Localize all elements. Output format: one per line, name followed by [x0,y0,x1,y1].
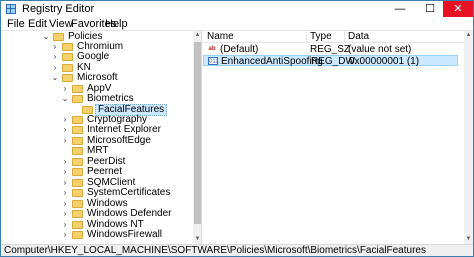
expander-icon[interactable]: › [61,136,69,146]
menu-help[interactable]: Help [105,18,128,30]
tree-item-label: Internet Explorer [87,124,161,135]
expander-icon[interactable]: › [61,220,69,230]
folder-icon [72,95,83,103]
folder-icon [72,168,83,176]
folder-icon [62,64,73,72]
values-vertical-scrollbar[interactable]: ▲ ▼ [464,31,473,244]
tree-vertical-scrollbar[interactable]: ▲ ▼ [193,31,201,244]
value-type: REG_SZ [310,44,351,55]
folder-icon [72,179,83,187]
value-row-enhancedantispoofing[interactable]: 011 EnhancedAntiSpoofing REG_DW... 0x000… [203,55,458,67]
folder-icon [72,200,83,208]
expander-icon[interactable]: › [61,178,69,188]
column-header-data[interactable]: Data [348,32,369,42]
folder-icon [72,126,83,134]
menu-bar: File Edit View Favorites Help [1,17,473,31]
scroll-down-arrow-icon[interactable]: ▼ [193,235,201,244]
expander-icon[interactable]: › [61,125,69,135]
scroll-down-arrow-icon[interactable]: ▼ [464,235,473,244]
expander-icon[interactable]: ⌄ [51,73,59,83]
column-divider[interactable] [344,31,345,43]
value-row-default[interactable]: ab (Default) REG_SZ (value not set) [203,44,458,55]
tree-item-label: Google [77,51,110,62]
expander-icon[interactable]: › [61,157,69,167]
value-name: (Default) [220,44,259,55]
scroll-up-arrow-icon[interactable]: ▲ [464,31,473,40]
tree-item-label: MRT [87,145,109,156]
string-value-icon: ab [208,46,216,52]
scroll-up-arrow-icon[interactable]: ▲ [193,31,201,40]
expander-icon[interactable]: › [61,209,69,219]
title-bar[interactable]: Registry Editor — ☐ ✕ [1,1,473,17]
tree-item-label: WindowsFirewall [87,229,163,240]
column-header-type[interactable]: Type [310,32,332,42]
folder-icon [53,33,64,41]
expander-icon[interactable]: › [61,188,69,198]
expander-icon[interactable]: › [61,84,69,94]
value-data: 0x00000001 (1) [349,56,420,67]
expander-icon[interactable]: › [61,167,69,177]
registry-key-tree[interactable]: ⌄ Policies › Chromium › Google › KN ⌄ Mi… [1,31,202,244]
folder-icon [72,221,83,229]
minimize-button[interactable]: — [385,1,415,17]
registry-editor-window: Registry Editor — ☐ ✕ File Edit View Fav… [0,0,474,257]
folder-icon [72,85,83,93]
maximize-button[interactable]: ☐ [415,1,445,17]
folder-icon [72,231,83,239]
expander-icon[interactable]: ⌄ [61,94,69,104]
folder-icon [62,43,73,51]
tree-item-label: Microsoft [77,72,118,83]
tree-item-label: SystemCertificates [87,187,171,198]
tree-item-label: Peernet [87,166,123,177]
expander-icon[interactable]: › [61,115,69,125]
close-button[interactable]: ✕ [443,1,473,17]
registry-editor-icon [6,4,16,14]
folder-icon [72,158,83,166]
tree-item-label: Windows Defender [87,208,172,219]
expander-icon[interactable]: › [51,42,59,52]
expander-icon[interactable]: ⌄ [42,32,50,42]
folder-icon [62,74,73,82]
column-header: Name Type Data [203,31,473,43]
registry-values-pane[interactable]: Name Type Data ab (Default) REG_SZ (valu… [203,31,473,244]
tree-item-label: Biometrics [87,93,134,104]
column-divider[interactable] [306,31,307,43]
menu-view[interactable]: View [49,18,73,30]
folder-icon [72,147,83,155]
folder-icon [82,106,93,114]
window-title: Registry Editor [22,3,95,15]
menu-edit[interactable]: Edit [28,18,47,30]
folder-icon [72,137,83,145]
dword-value-icon: 011 [208,57,219,65]
folder-icon [72,189,83,197]
folder-icon [62,53,73,61]
column-header-name[interactable]: Name [207,32,234,42]
expander-icon[interactable]: › [51,63,59,73]
value-data: (value not set) [348,44,412,55]
menu-file[interactable]: File [7,18,25,30]
scrollbar-thumb[interactable] [194,42,201,224]
expander-icon[interactable]: › [61,230,69,240]
folder-icon [72,210,83,218]
folder-icon [72,116,83,124]
expander-icon[interactable]: › [61,199,69,209]
status-bar-path: Computer\HKEY_LOCAL_MACHINE\SOFTWARE\Pol… [1,244,473,256]
value-name: EnhancedAntiSpoofing [221,56,323,67]
expander-icon[interactable]: › [51,52,59,62]
